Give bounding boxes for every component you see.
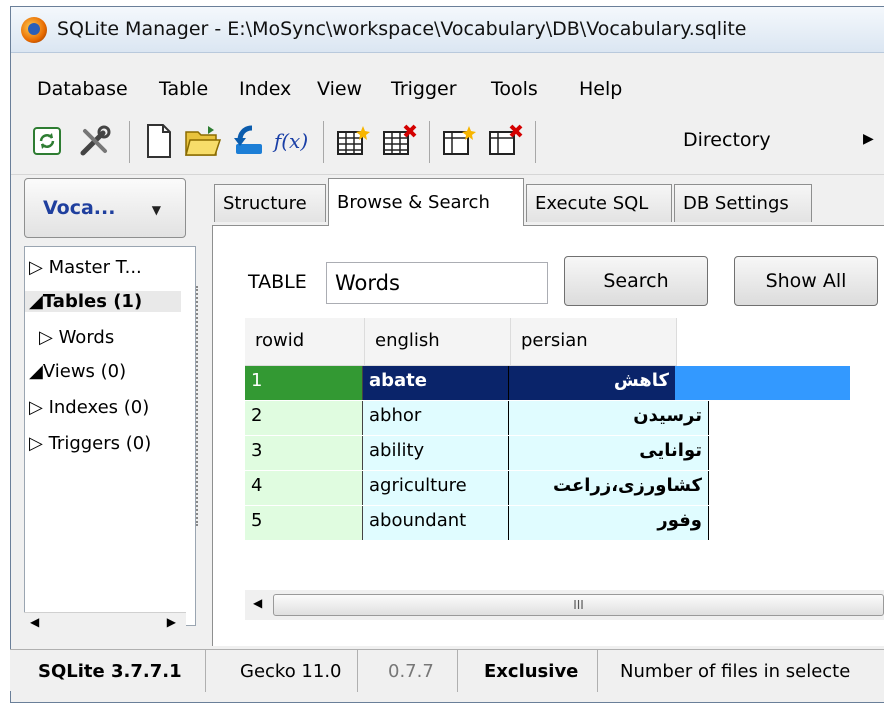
create-index-icon[interactable] bbox=[439, 121, 479, 161]
selection-highlight bbox=[675, 366, 850, 400]
column-header-persian[interactable]: persian bbox=[511, 318, 677, 366]
scroll-left-icon[interactable]: ◀ bbox=[253, 596, 262, 610]
schema-tree: ▷ Master T... ◢Tables (1) ▷ Words ◢Views… bbox=[24, 246, 196, 626]
toolbar-separator bbox=[535, 121, 536, 163]
sidebar-splitter[interactable] bbox=[190, 176, 208, 646]
tools-icon[interactable] bbox=[75, 121, 115, 161]
drop-table-icon[interactable] bbox=[379, 121, 419, 161]
new-file-icon[interactable] bbox=[139, 121, 179, 161]
tree-item-master-tables[interactable]: ▷ Master T... bbox=[29, 257, 142, 278]
toolbar-separator bbox=[323, 121, 324, 163]
tree-item-views[interactable]: ◢Views (0) bbox=[29, 361, 126, 382]
tab-execute-sql[interactable]: Execute SQL bbox=[526, 184, 672, 222]
cell-persian[interactable]: کشاورزی،زراعت bbox=[509, 471, 709, 505]
menu-table[interactable]: Table bbox=[159, 78, 208, 100]
table-row[interactable]: 5 aboundant وفور bbox=[245, 506, 709, 540]
toolbar-separator bbox=[129, 121, 130, 163]
menu-index[interactable]: Index bbox=[239, 78, 291, 100]
tree-item-indexes[interactable]: ▷ Indexes (0) bbox=[29, 397, 149, 418]
tab-structure[interactable]: Structure bbox=[214, 184, 326, 222]
tree-item-triggers[interactable]: ▷ Triggers (0) bbox=[29, 433, 151, 454]
function-icon[interactable]: f(x) bbox=[271, 121, 311, 161]
cell-rowid[interactable]: 4 bbox=[245, 471, 363, 505]
cell-persian[interactable]: کاهش bbox=[509, 366, 675, 400]
table-row[interactable]: 1 abate کاهش bbox=[245, 366, 850, 400]
status-lock-mode: Exclusive bbox=[458, 650, 598, 692]
sidebar: Voca... ▼ ▷ Master T... ◢Tables (1) ▷ Wo… bbox=[24, 176, 196, 646]
results-grid: rowid english persian 1 abate کاهش 2 abh… bbox=[245, 318, 884, 580]
toolbar-separator bbox=[429, 121, 430, 163]
table-row[interactable]: 4 agriculture کشاورزی،زراعت bbox=[245, 471, 709, 505]
menu-trigger[interactable]: Trigger bbox=[391, 78, 457, 100]
splitter-grip bbox=[196, 286, 198, 526]
create-table-icon[interactable] bbox=[333, 121, 373, 161]
menu-tools[interactable]: Tools bbox=[491, 78, 538, 100]
table-row[interactable]: 2 abhor ترسیدن bbox=[245, 401, 709, 435]
cell-rowid[interactable]: 5 bbox=[245, 506, 363, 540]
cell-rowid[interactable]: 2 bbox=[245, 401, 363, 435]
menu-database[interactable]: Database bbox=[37, 78, 128, 100]
sidebar-horizontal-scrollbar[interactable]: ◀ ▶ bbox=[24, 612, 186, 636]
refresh-icon[interactable] bbox=[27, 121, 67, 161]
table-label: TABLE bbox=[248, 271, 307, 293]
grid-header: rowid english persian bbox=[245, 318, 677, 366]
table-row[interactable]: 3 ability توانایی bbox=[245, 436, 709, 470]
cell-persian[interactable]: توانایی bbox=[509, 436, 709, 470]
cell-persian[interactable]: وفور bbox=[509, 506, 709, 540]
import-icon[interactable] bbox=[229, 121, 269, 161]
drop-index-icon[interactable] bbox=[485, 121, 525, 161]
scrollbar-thumb[interactable]: III bbox=[273, 594, 884, 616]
column-header-rowid[interactable]: rowid bbox=[245, 318, 365, 366]
cell-rowid[interactable]: 1 bbox=[245, 366, 363, 400]
table-select[interactable]: Words bbox=[326, 262, 548, 304]
tree-item-words[interactable]: ▷ Words bbox=[39, 327, 114, 348]
chevron-right-icon[interactable]: ▶ bbox=[863, 131, 874, 147]
tab-db-settings[interactable]: DB Settings bbox=[674, 184, 812, 222]
grid-horizontal-scrollbar[interactable]: ◀ III bbox=[245, 590, 884, 620]
toolbar: f(x) Directory ▶ bbox=[11, 111, 884, 175]
search-button[interactable]: Search bbox=[564, 256, 708, 306]
cell-rowid[interactable]: 3 bbox=[245, 436, 363, 470]
directory-button[interactable]: Directory bbox=[683, 129, 771, 151]
cell-persian[interactable]: ترسیدن bbox=[509, 401, 709, 435]
menu-bar: Database Table Index View Trigger Tools … bbox=[11, 74, 884, 108]
tab-browse-search[interactable]: Browse & Search bbox=[328, 178, 524, 226]
status-gecko-version: Gecko 11.0 bbox=[206, 650, 358, 692]
cell-english[interactable]: agriculture bbox=[363, 471, 509, 505]
database-selector-label: Voca... bbox=[43, 197, 116, 219]
chevron-down-icon: ▼ bbox=[151, 203, 161, 217]
cell-english[interactable]: abate bbox=[363, 366, 509, 400]
column-header-english[interactable]: english bbox=[365, 318, 511, 366]
menu-view[interactable]: View bbox=[317, 78, 362, 100]
window-title: SQLite Manager - E:\MoSync\workspace\Voc… bbox=[57, 18, 747, 40]
cell-english[interactable]: ability bbox=[363, 436, 509, 470]
status-sqlite-version: SQLite 3.7.7.1 bbox=[10, 650, 206, 692]
database-selector[interactable]: Voca... ▼ bbox=[24, 178, 186, 238]
firefox-icon bbox=[21, 17, 47, 43]
scroll-right-icon[interactable]: ▶ bbox=[167, 615, 176, 629]
title-bar: SQLite Manager - E:\MoSync\workspace\Voc… bbox=[11, 7, 884, 53]
open-folder-icon[interactable] bbox=[183, 121, 223, 161]
tab-bar: Structure Browse & Search Execute SQL DB… bbox=[212, 176, 884, 230]
cell-english[interactable]: abhor bbox=[363, 401, 509, 435]
tree-item-tables[interactable]: ◢Tables (1) bbox=[25, 291, 181, 312]
scroll-left-icon[interactable]: ◀ bbox=[30, 615, 39, 629]
cell-english[interactable]: aboundant bbox=[363, 506, 509, 540]
status-bar: SQLite 3.7.7.1 Gecko 11.0 0.7.7 Exclusiv… bbox=[10, 649, 884, 692]
menu-help[interactable]: Help bbox=[579, 78, 622, 100]
status-addon-version: 0.7.7 bbox=[358, 650, 458, 692]
show-all-button[interactable]: Show All bbox=[734, 256, 878, 306]
status-message: Number of files in selecte bbox=[620, 660, 851, 682]
